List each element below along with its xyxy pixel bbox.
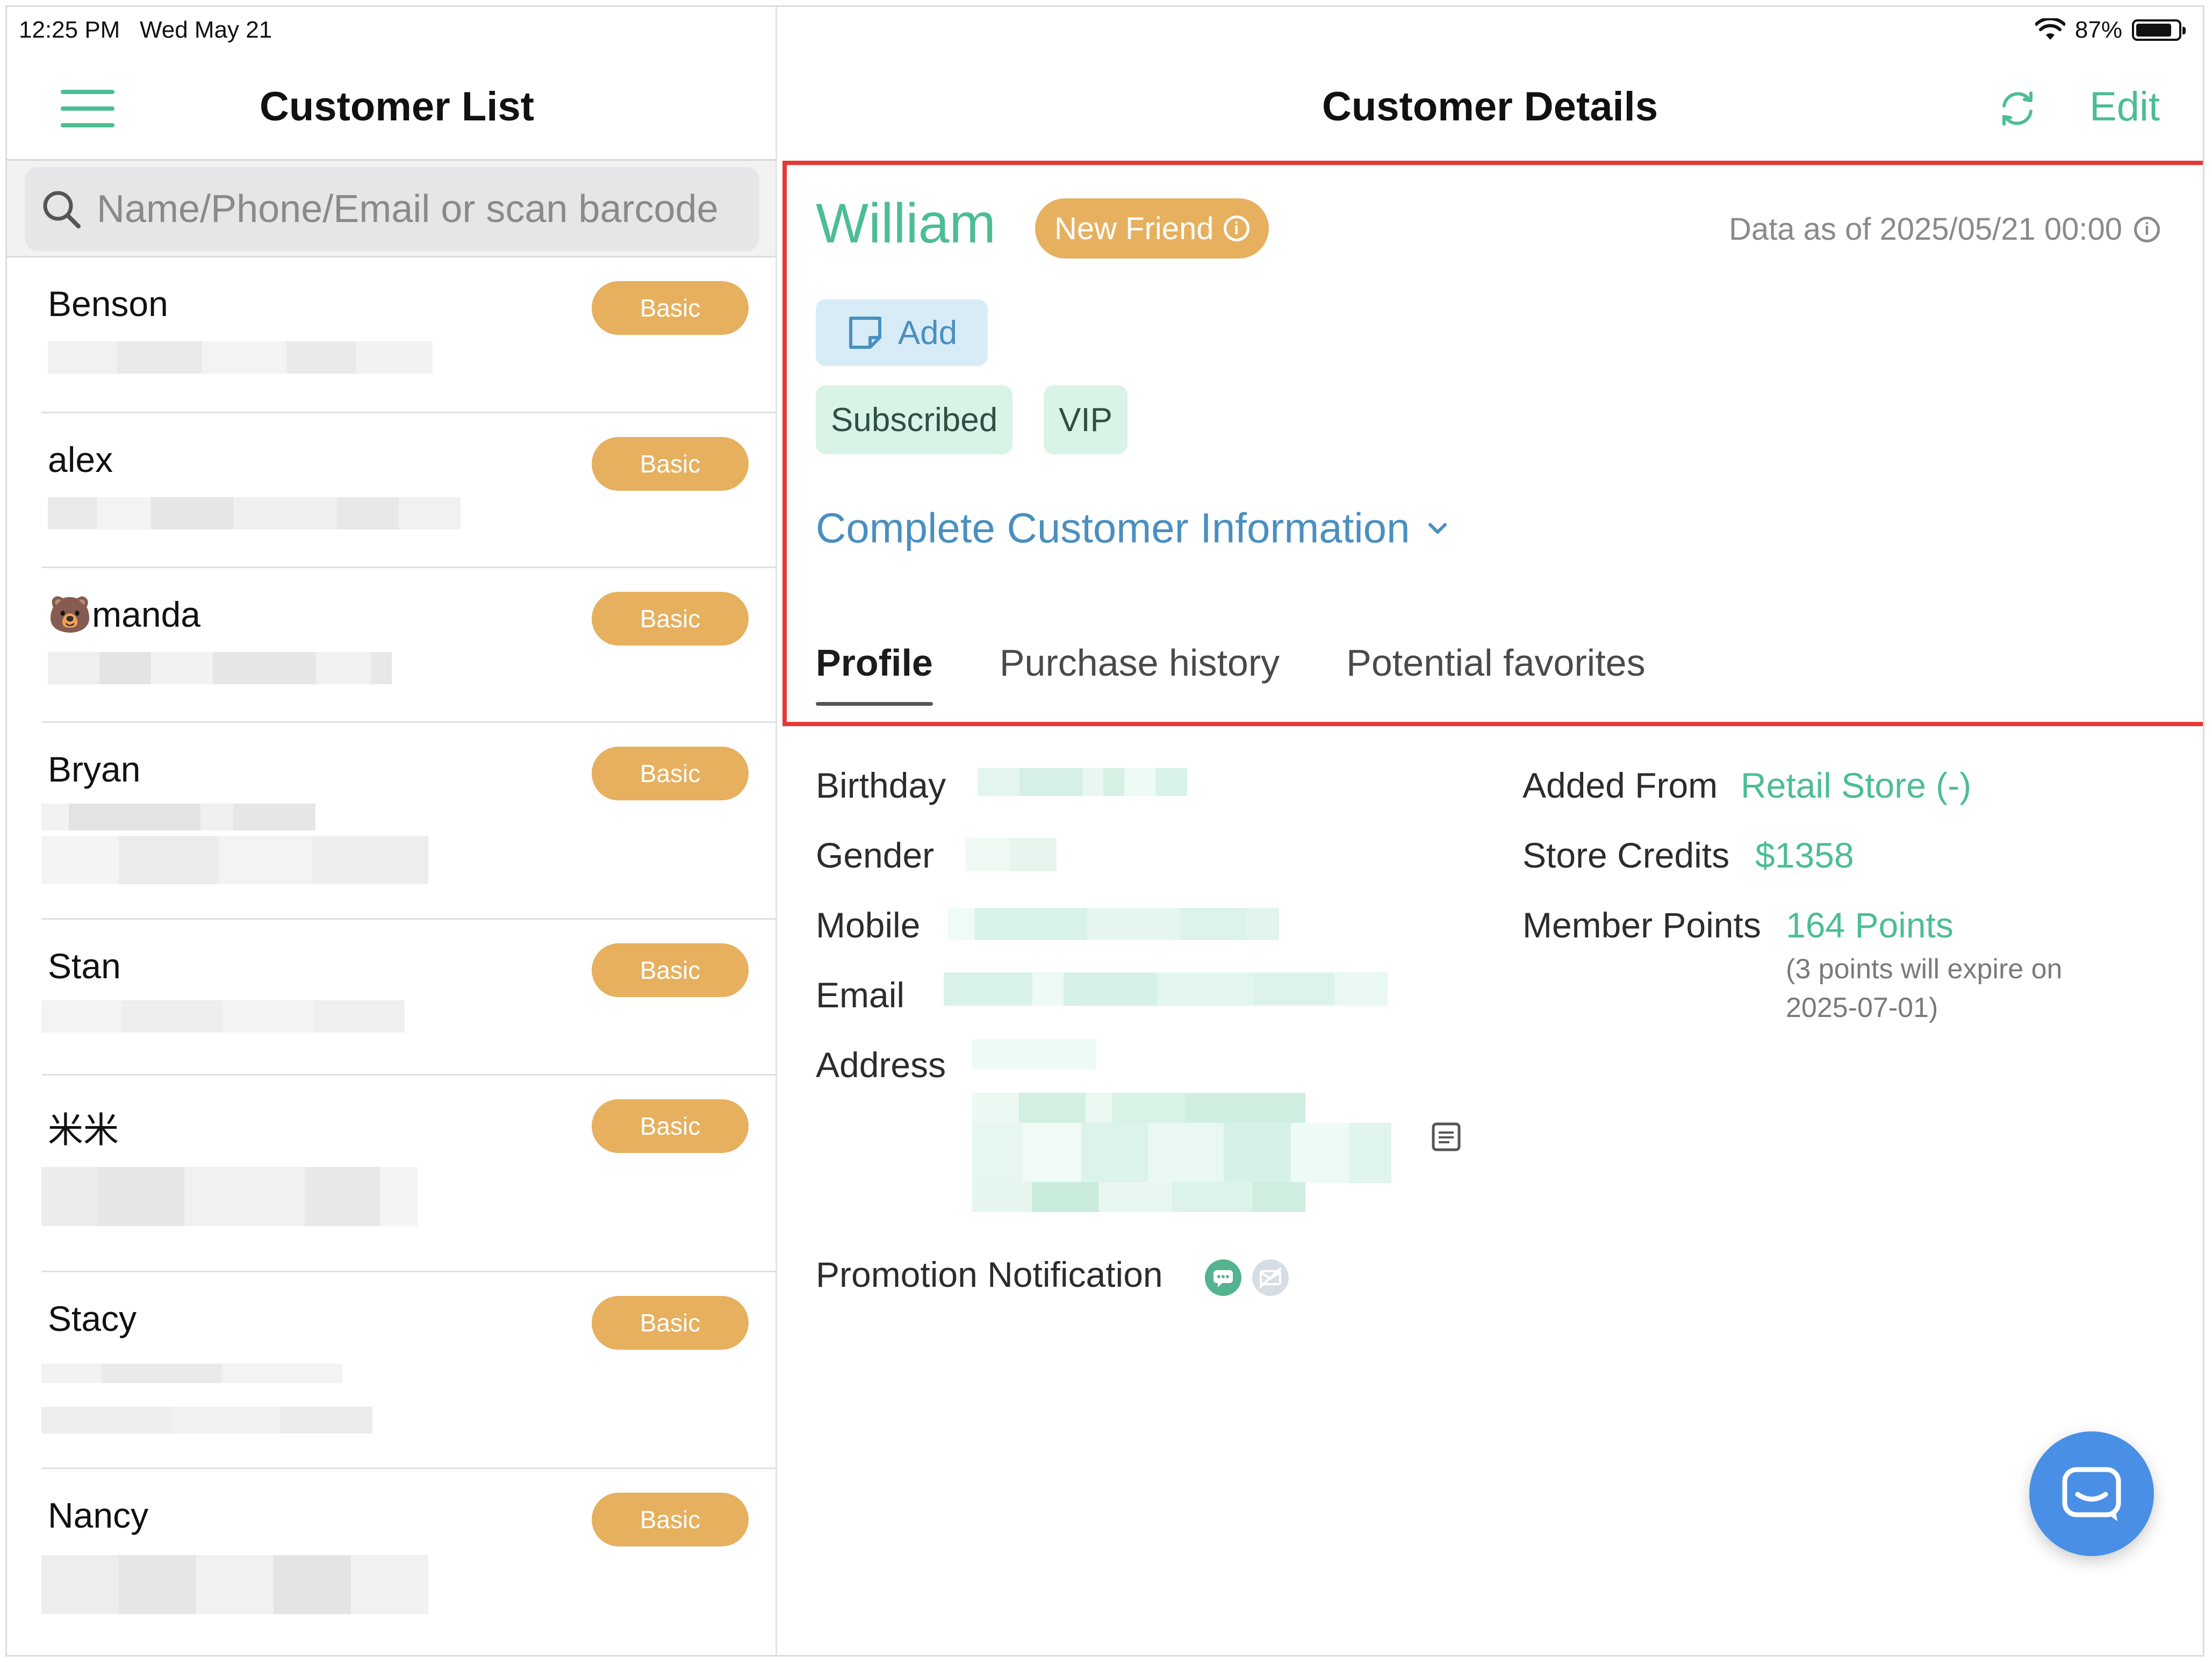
redacted-email (944, 972, 1388, 1006)
data-as-of: Data as of 2025/05/21 00:00 i (1729, 211, 2160, 247)
gender-label: Gender (816, 835, 935, 875)
search-bar (7, 161, 775, 257)
tier-badge: Basic (592, 747, 749, 800)
customer-details-title: Customer Details (1322, 84, 1658, 130)
list-item[interactable]: alex Basic (41, 413, 775, 568)
edit-button[interactable]: Edit (2089, 83, 2160, 130)
chat-support-button[interactable] (2029, 1431, 2154, 1556)
birthday-label: Birthday (816, 765, 946, 805)
sms-icon (1205, 1259, 1241, 1296)
complete-info-label: Complete Customer Information (816, 504, 1410, 551)
customer-name: 🐻manda (48, 594, 200, 634)
info-icon[interactable]: i (2134, 216, 2160, 242)
customer-name: alex (48, 440, 113, 479)
customer-name: Stacy (48, 1299, 137, 1338)
list-item[interactable]: Stan Basic (41, 920, 775, 1076)
member-points-label: Member Points (1522, 905, 1761, 945)
mobile-label: Mobile (816, 905, 921, 945)
refresh-icon[interactable] (1993, 84, 2042, 133)
redacted-contact (41, 1000, 405, 1033)
complete-info-toggle[interactable]: Complete Customer Information (816, 504, 1449, 553)
info-icon: i (1223, 216, 1249, 241)
notes-icon[interactable] (1430, 1121, 1462, 1153)
tier-badge: Basic (592, 281, 749, 335)
redacted-birthday (978, 768, 1187, 796)
list-item[interactable]: Bryan Basic (41, 723, 775, 920)
customer-name: 米米 (48, 1110, 119, 1150)
customer-name-title: William (816, 192, 996, 255)
customer-name: Nancy (48, 1495, 149, 1535)
customer-details-header: Customer Details Edit (777, 55, 2203, 161)
redacted-contact (41, 1364, 342, 1383)
list-item[interactable]: Stacy Basic (41, 1272, 775, 1469)
chat-icon (2062, 1467, 2121, 1521)
search-icon (43, 191, 81, 228)
redacted-contact (41, 1167, 418, 1226)
email-label: Email (816, 975, 905, 1015)
tier-badge: Basic (592, 1296, 749, 1350)
search-box[interactable] (25, 167, 759, 251)
promotion-notification-label: Promotion Notification (816, 1255, 1163, 1294)
customer-list-pane: Customer List Benson Basic alex Basic (7, 7, 777, 1655)
redacted-contact (41, 1407, 372, 1434)
level-badge[interactable]: New Friend i (1035, 198, 1269, 259)
tab-potential-favorites[interactable]: Potential favorites (1346, 641, 1645, 706)
detail-tabs: Profile Purchase history Potential favor… (816, 641, 1646, 706)
redacted-address (972, 1093, 1305, 1123)
customer-name: Stan (48, 946, 121, 986)
tag-vip: VIP (1044, 385, 1127, 454)
email-disabled-icon (1252, 1259, 1289, 1296)
list-item[interactable]: 🐻manda Basic (41, 568, 775, 723)
customer-list: Benson Basic alex Basic 🐻manda Basic Bry… (7, 257, 775, 1655)
points-expiry-note: (3 points will expire on 2025-07-01) (1786, 950, 2062, 1027)
member-points-value[interactable]: 164 Points (1786, 905, 1954, 945)
tier-badge: Basic (592, 943, 749, 997)
store-credits-label: Store Credits (1522, 835, 1730, 875)
search-input[interactable] (96, 187, 759, 232)
redacted-contact (41, 804, 315, 830)
list-item[interactable]: Benson Basic (41, 257, 775, 413)
tier-badge: Basic (592, 592, 749, 646)
customer-name: Benson (48, 284, 168, 324)
customer-list-title: Customer List (260, 84, 534, 130)
address-label: Address (816, 1045, 946, 1085)
chevron-down-icon (1428, 522, 1447, 534)
tab-purchase-history[interactable]: Purchase history (1000, 641, 1280, 706)
redacted-contact (48, 652, 392, 684)
redacted-contact (41, 1555, 428, 1614)
added-from-value[interactable]: Retail Store (-) (1741, 765, 1971, 806)
redacted-contact (48, 497, 461, 529)
redacted-address (972, 1039, 1096, 1069)
menu-icon[interactable] (61, 90, 114, 127)
add-tag-button[interactable]: Add (816, 299, 988, 366)
redacted-contact (41, 836, 428, 884)
note-icon (849, 317, 881, 349)
redacted-mobile (948, 908, 1279, 940)
tier-badge: Basic (592, 437, 749, 491)
list-item[interactable]: 米米 Basic (41, 1076, 775, 1272)
added-from-label: Added From (1522, 765, 1718, 805)
customer-name: Bryan (48, 749, 141, 789)
redacted-contact (48, 341, 433, 374)
store-credits-value[interactable]: $1358 (1755, 835, 1854, 876)
redacted-gender (965, 838, 1057, 871)
points-expiry-line1: (3 points will expire on (1786, 954, 2063, 985)
add-tag-label: Add (897, 314, 958, 352)
points-expiry-line2: 2025-07-01) (1786, 992, 1938, 1023)
tier-badge: Basic (592, 1099, 749, 1153)
tab-profile[interactable]: Profile (816, 641, 933, 706)
tag-subscribed: Subscribed (816, 385, 1013, 454)
redacted-address (972, 1123, 1391, 1183)
redacted-address (972, 1182, 1305, 1212)
level-badge-label: New Friend (1054, 211, 1214, 246)
tier-badge: Basic (592, 1493, 749, 1546)
list-item[interactable]: Nancy Basic (41, 1469, 775, 1655)
app-window: 12:25 PM Wed May 21 87% Customer List Na… (5, 5, 2204, 1657)
customer-details-pane: Customer Details Edit William New Friend… (777, 7, 2203, 1655)
data-as-of-text: Data as of 2025/05/21 00:00 (1728, 212, 2122, 247)
customer-list-header: Customer List (7, 55, 775, 161)
